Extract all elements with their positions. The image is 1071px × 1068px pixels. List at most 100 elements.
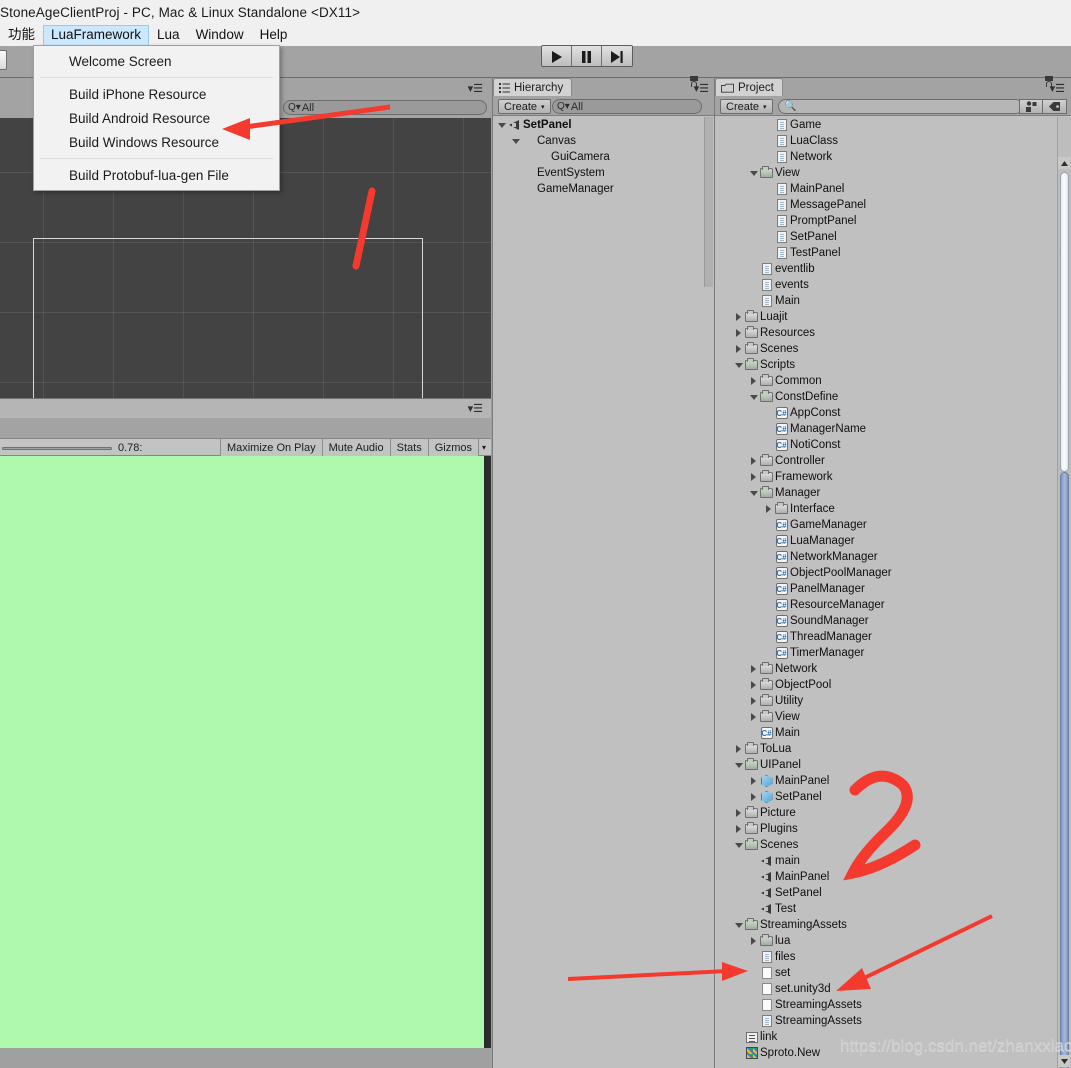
step-button[interactable]: [602, 46, 632, 66]
tree-row[interactable]: eventlib: [715, 261, 1071, 277]
menu-option-build-windows-resource[interactable]: Build Windows Resource: [34, 130, 279, 154]
tree-row[interactable]: C# AppConst: [715, 405, 1071, 421]
tree-row[interactable]: MessagePanel: [715, 197, 1071, 213]
tree-row[interactable]: C# NetworkManager: [715, 549, 1071, 565]
tab-hierarchy[interactable]: Hierarchy: [493, 78, 573, 96]
menu-item-window[interactable]: Window: [188, 25, 252, 46]
tree-row[interactable]: StreamingAssets: [715, 1013, 1071, 1029]
tree-row[interactable]: Canvas: [493, 133, 714, 149]
tree-row[interactable]: UIPanel: [715, 757, 1071, 773]
tree-row[interactable]: Test: [715, 901, 1071, 917]
scroll-down-icon[interactable]: [1058, 1055, 1070, 1067]
tree-row[interactable]: EventSystem: [493, 165, 714, 181]
collapse-arrow-icon[interactable]: [748, 697, 759, 705]
mute-audio-button[interactable]: Mute Audio: [321, 439, 390, 456]
menu-option-build-android-resource[interactable]: Build Android Resource: [34, 106, 279, 130]
game-panel-menu-icon[interactable]: ▾☰: [468, 402, 483, 415]
collapse-arrow-icon[interactable]: [748, 713, 759, 721]
project-scrollbar[interactable]: [1057, 117, 1071, 1068]
project-menu-icon[interactable]: ▾☰: [1050, 82, 1065, 95]
project-favorites-icon[interactable]: [1019, 99, 1043, 114]
tree-row[interactable]: Utility: [715, 693, 1071, 709]
tree-row[interactable]: ObjectPool: [715, 677, 1071, 693]
tree-row[interactable]: C# SoundManager: [715, 613, 1071, 629]
collapse-arrow-icon[interactable]: [748, 665, 759, 673]
menu-option-build-iphone-resource[interactable]: Build iPhone Resource: [34, 82, 279, 106]
tree-row[interactable]: lua: [715, 933, 1071, 949]
tree-row[interactable]: C# GameManager: [715, 517, 1071, 533]
scroll-up-icon[interactable]: [1058, 157, 1070, 169]
hierarchy-scrollbar[interactable]: [704, 117, 713, 287]
expand-arrow-icon[interactable]: [510, 138, 521, 144]
gizmos-button[interactable]: Gizmos: [427, 439, 478, 456]
tree-row[interactable]: GuiCamera: [493, 149, 714, 165]
pivot-local-button[interactable]: cal: [0, 50, 8, 70]
tree-row[interactable]: Picture: [715, 805, 1071, 821]
expand-arrow-icon[interactable]: [733, 362, 744, 368]
tree-row[interactable]: Network: [715, 661, 1071, 677]
tree-row[interactable]: C# NotiConst: [715, 437, 1071, 453]
collapse-arrow-icon[interactable]: [748, 681, 759, 689]
tree-row[interactable]: C# TimerManager: [715, 645, 1071, 661]
project-search-input[interactable]: 🔍: [778, 99, 1023, 114]
expand-arrow-icon[interactable]: [733, 762, 744, 768]
expand-arrow-icon[interactable]: [733, 842, 744, 848]
collapse-arrow-icon[interactable]: [733, 825, 744, 833]
tree-row[interactable]: Common: [715, 373, 1071, 389]
tree-row[interactable]: PromptPanel: [715, 213, 1071, 229]
tree-row[interactable]: View: [715, 709, 1071, 725]
tree-row[interactable]: Resources: [715, 325, 1071, 341]
project-scrollbar-thumb[interactable]: [1060, 472, 1069, 1068]
menu-item-lua[interactable]: Lua: [149, 25, 188, 46]
hierarchy-search-input[interactable]: Q▾ All: [552, 99, 702, 114]
scene-search-input[interactable]: Q▾ All: [283, 100, 487, 115]
tree-row[interactable]: set.unity3d: [715, 981, 1071, 997]
project-create-button[interactable]: Create ▾: [720, 99, 773, 114]
tab-project[interactable]: Project: [715, 78, 783, 96]
tree-row[interactable]: files: [715, 949, 1071, 965]
tree-row[interactable]: ToLua: [715, 741, 1071, 757]
tree-row[interactable]: Scenes: [715, 341, 1071, 357]
gizmos-dropdown-icon[interactable]: ▾: [477, 439, 489, 456]
expand-arrow-icon[interactable]: [496, 122, 507, 128]
collapse-arrow-icon[interactable]: [748, 793, 759, 801]
collapse-arrow-icon[interactable]: [733, 313, 744, 321]
tree-row[interactable]: Interface: [715, 501, 1071, 517]
collapse-arrow-icon[interactable]: [763, 505, 774, 513]
tree-row[interactable]: StreamingAssets: [715, 997, 1071, 1013]
tree-row[interactable]: SetPanel: [493, 117, 714, 133]
tree-row[interactable]: C# ResourceManager: [715, 597, 1071, 613]
tree-row[interactable]: SetPanel: [715, 885, 1071, 901]
collapse-arrow-icon[interactable]: [748, 937, 759, 945]
tree-row[interactable]: MainPanel: [715, 773, 1071, 789]
collapse-arrow-icon[interactable]: [733, 745, 744, 753]
menu-option-build-protobuf-lua-gen-file[interactable]: Build Protobuf-lua-gen File: [34, 163, 279, 187]
collapse-arrow-icon[interactable]: [748, 457, 759, 465]
tree-row[interactable]: Controller: [715, 453, 1071, 469]
collapse-arrow-icon[interactable]: [733, 809, 744, 817]
hierarchy-menu-icon[interactable]: ▾☰: [694, 82, 709, 95]
tree-row[interactable]: set: [715, 965, 1071, 981]
tree-row[interactable]: C# PanelManager: [715, 581, 1071, 597]
menu-item-luaframework[interactable]: LuaFramework: [43, 24, 150, 46]
tree-row[interactable]: Game: [715, 117, 1071, 133]
play-button[interactable]: [542, 46, 572, 66]
menu-option-welcome-screen[interactable]: Welcome Screen: [34, 49, 279, 73]
tree-row[interactable]: events: [715, 277, 1071, 293]
tree-row[interactable]: TestPanel: [715, 245, 1071, 261]
game-scale-slider[interactable]: [2, 447, 112, 450]
expand-arrow-icon[interactable]: [748, 170, 759, 176]
scene-panel-menu-icon[interactable]: ▾☰: [468, 82, 483, 95]
expand-arrow-icon[interactable]: [748, 394, 759, 400]
tree-row[interactable]: Manager: [715, 485, 1071, 501]
tree-row[interactable]: ConstDefine: [715, 389, 1071, 405]
tree-row[interactable]: C# ObjectPoolManager: [715, 565, 1071, 581]
game-viewport[interactable]: [0, 456, 484, 1048]
tree-row[interactable]: View: [715, 165, 1071, 181]
hierarchy-tree[interactable]: SetPanel Canvas GuiCamera EventSystem GameMa…: [493, 117, 714, 1068]
tree-row[interactable]: Luajit: [715, 309, 1071, 325]
tree-row[interactable]: Network: [715, 149, 1071, 165]
tree-row[interactable]: Plugins: [715, 821, 1071, 837]
tree-row[interactable]: C# Main: [715, 725, 1071, 741]
tree-row[interactable]: StreamingAssets: [715, 917, 1071, 933]
